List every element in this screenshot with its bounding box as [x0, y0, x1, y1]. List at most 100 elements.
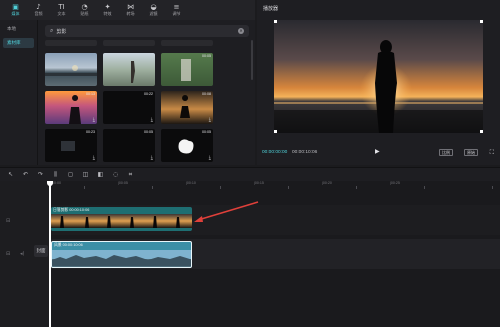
media-thumb[interactable]: 00:05 ⤓ — [161, 129, 213, 162]
main-clip-frames — [52, 250, 191, 267]
mirror-icon[interactable]: ◧ — [93, 171, 108, 178]
download-icon[interactable]: ⤓ — [93, 117, 95, 123]
preview-image — [274, 20, 483, 133]
video-editor-app: ▣ 媒体 ♪ 音频 TI 文本 ◔ 贴纸 ✦ 特效 ⋈ 转场 ◒ 滤镜 ≡ 调节 — [0, 0, 500, 327]
ruler-tick — [220, 186, 221, 189]
media-thumb[interactable]: 00:05 ⤓ — [103, 129, 155, 162]
media-thumb[interactable]: 00:13 ⤓ — [45, 91, 97, 124]
tool-label: 媒体 — [11, 11, 20, 16]
main-clip[interactable]: 风景 00:00:10:06 — [51, 241, 192, 268]
thumb-image — [131, 61, 135, 83]
rotate-icon[interactable]: ◌ — [108, 171, 123, 178]
freeze-icon[interactable]: ◫ — [78, 171, 93, 178]
time-ruler[interactable]: 00:00 |00:05 |00:10 |00:15 |00:20 |00:25 — [50, 181, 500, 189]
media-panel: ⌕ 剪影 ✕ 00:05 00:13 ⤓ 00:22 ⤓ 00:08 ⤓ 00:… — [38, 20, 255, 165]
audio-icon: ♪ — [36, 3, 41, 11]
text-icon: TI — [58, 3, 65, 11]
ruler-label: |00:20 — [322, 181, 332, 185]
media-thumb[interactable]: 00:22 ⤓ — [103, 91, 155, 124]
tool-label: 转场 — [126, 11, 135, 16]
tool-adjust[interactable]: ≡ 调节 — [165, 0, 188, 20]
player-panel: 播放器 00:00:00:00 00:00:10:06 ▶ 比例 原始 ⛶ — [257, 0, 500, 165]
crop-handle[interactable] — [274, 20, 277, 23]
media-thumb[interactable]: 00:23 ⤓ — [45, 129, 97, 162]
ruler-label: 00:00 — [52, 181, 61, 185]
video-preview[interactable] — [274, 20, 483, 133]
tool-effects[interactable]: ✦ 特效 — [96, 0, 119, 20]
media-thumb[interactable]: 00:05 — [161, 53, 213, 86]
crop-handle[interactable] — [480, 130, 483, 133]
playhead[interactable] — [49, 181, 51, 327]
media-thumb[interactable] — [103, 40, 155, 46]
audio-mute-icon[interactable]: ◂) — [20, 251, 24, 257]
undo-icon[interactable]: ↶ — [18, 171, 33, 178]
ruler-label: |00:15 — [254, 181, 264, 185]
timeline-toolbar: ↖ ↶ ↷ ⫼ ◻ ◫ ◧ ◌ ⌗ — [0, 167, 500, 181]
lock-icon[interactable]: ⊟ — [6, 218, 10, 224]
ruler-label: |00:25 — [390, 181, 400, 185]
ruler-tick — [288, 186, 289, 189]
track-headers: ⊟ ⊟ ◂) 封面 — [0, 181, 50, 327]
crop-handle[interactable] — [274, 130, 277, 133]
tool-label: 文本 — [57, 11, 66, 16]
crop-handle[interactable] — [480, 20, 483, 23]
thumb-duration: 00:08 — [202, 92, 211, 96]
ruler-tick — [84, 186, 85, 189]
split-icon[interactable]: ⫼ — [48, 171, 63, 179]
thumb-image — [45, 65, 97, 76]
player-controls: 00:00:00:00 00:00:10:06 ▶ 比例 原始 ⛶ — [257, 147, 500, 159]
adjust-icon: ≡ — [173, 3, 180, 11]
media-thumb[interactable] — [103, 53, 155, 86]
media-thumb[interactable] — [161, 40, 213, 46]
delete-icon[interactable]: ◻ — [63, 171, 78, 178]
media-scrollbar[interactable] — [251, 40, 253, 80]
thumb-duration: 00:05 — [202, 130, 211, 134]
download-icon[interactable]: ⤓ — [209, 155, 211, 161]
filter-icon: ◒ — [150, 3, 157, 11]
sidebar-item-library[interactable]: 素材库 — [3, 38, 34, 48]
ruler-tick — [152, 186, 153, 189]
fullscreen-icon[interactable]: ⛶ — [490, 149, 494, 157]
search-icon: ⌕ — [50, 27, 54, 34]
asset-toolbar: ▣ 媒体 ♪ 音频 TI 文本 ◔ 贴纸 ✦ 特效 ⋈ 转场 ◒ 滤镜 ≡ 调节 — [0, 0, 255, 20]
media-thumb[interactable] — [45, 53, 97, 86]
media-thumb[interactable]: 00:08 ⤓ — [161, 91, 213, 124]
download-icon[interactable]: ⤓ — [93, 155, 95, 161]
ruler-tick — [492, 186, 493, 189]
media-thumb[interactable] — [45, 40, 97, 46]
tool-sticker[interactable]: ◔ 贴纸 — [73, 0, 96, 20]
redo-icon[interactable]: ↷ — [33, 171, 48, 178]
search-value: 剪影 — [56, 28, 67, 35]
ruler-label: |00:10 — [186, 181, 196, 185]
ruler-tick — [424, 186, 425, 189]
tool-media[interactable]: ▣ 媒体 — [4, 0, 27, 20]
download-icon[interactable]: ⤓ — [209, 117, 211, 123]
tool-label: 音频 — [34, 11, 43, 16]
thumb-duration: 00:05 — [144, 130, 153, 134]
thumb-duration: 00:23 — [86, 130, 95, 134]
crop-icon[interactable]: ⌗ — [123, 171, 138, 179]
clear-icon[interactable]: ✕ — [238, 28, 244, 34]
original-button[interactable]: 原始 — [464, 149, 478, 156]
ruler-label: |00:05 — [118, 181, 128, 185]
ruler-tick — [356, 186, 357, 189]
lock-icon[interactable]: ⊟ — [6, 251, 10, 257]
tool-transition[interactable]: ⋈ 转场 — [119, 0, 142, 20]
cover-button[interactable]: 封面 — [34, 245, 48, 257]
tool-audio[interactable]: ♪ 音频 — [27, 0, 50, 20]
download-icon[interactable]: ⤓ — [151, 155, 153, 161]
thumb-duration: 00:05 — [202, 54, 211, 58]
ratio-button[interactable]: 比例 — [439, 149, 453, 156]
tool-text[interactable]: TI 文本 — [50, 0, 73, 20]
download-icon[interactable]: ⤓ — [151, 117, 153, 123]
select-tool-icon[interactable]: ↖ — [3, 171, 18, 178]
sidebar-item-local[interactable]: 本地 — [3, 24, 34, 34]
timeline-panel: ⊟ ⊟ ◂) 封面 00:00 |00:05 |00:10 |00:15 |00… — [0, 181, 500, 327]
media-sidebar: 本地 素材库 — [0, 20, 38, 165]
play-icon[interactable]: ▶ — [375, 148, 383, 156]
transition-icon: ⋈ — [127, 3, 134, 11]
search-input[interactable]: ⌕ 剪影 ✕ — [45, 25, 249, 37]
tool-filter[interactable]: ◒ 滤镜 — [142, 0, 165, 20]
thumb-duration: 00:13 — [86, 92, 95, 96]
overlay-clip[interactable]: 日落剪影 00:00:10:06 — [51, 207, 192, 231]
